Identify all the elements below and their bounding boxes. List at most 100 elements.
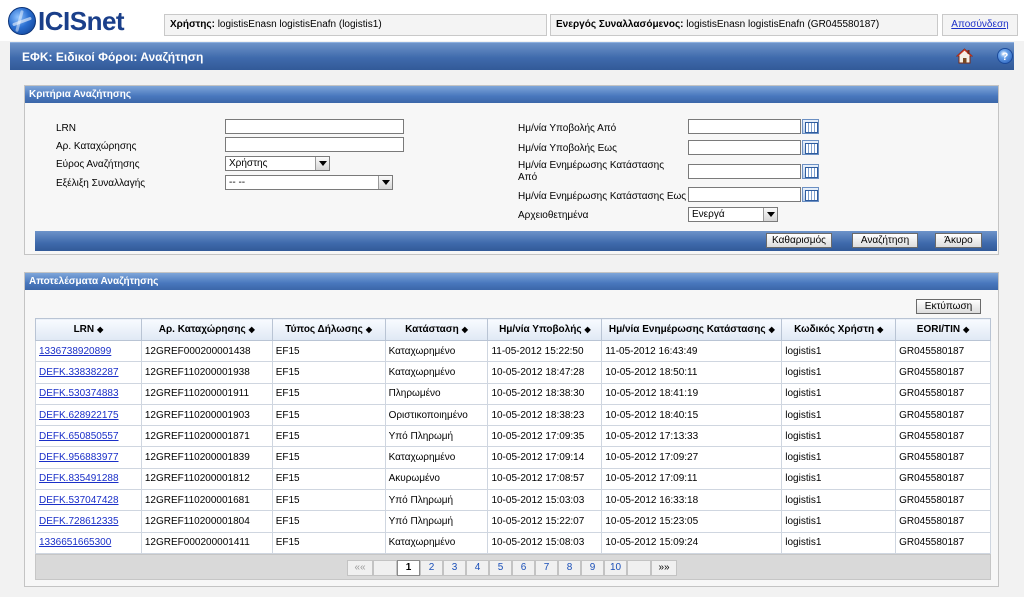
logout-link[interactable]: Αποσύνδεση <box>951 19 1008 30</box>
column-header-eori-tin[interactable]: EORI/TIN ◆ <box>895 318 991 341</box>
table-cell: Πληρωμένο <box>384 382 489 405</box>
search-results-panel: Αποτελέσματα Αναζήτησης Εκτύπωση LRN ◆ Αρ… <box>24 272 999 587</box>
lrn-link[interactable]: DEFK.728612335 <box>39 516 119 527</box>
home-icon[interactable] <box>956 48 973 64</box>
table-cell: 10-05-2012 17:09:11 <box>601 467 783 491</box>
table-cell: GR045580187 <box>895 531 991 554</box>
lrn-link[interactable]: DEFK.628922175 <box>39 410 119 421</box>
print-button[interactable]: Εκτύπωση <box>916 299 981 314</box>
column-header-user-code[interactable]: Κωδικός Χρήστη ◆ <box>781 318 897 341</box>
table-row: DEFK.835491288 12GREF110200001812 EF15 Ακυρ… <box>35 467 991 491</box>
column-header-status[interactable]: Κατάσταση ◆ <box>384 318 489 341</box>
calendar-icon[interactable] <box>802 140 819 155</box>
archived-select[interactable]: Ενεργά <box>688 207 778 222</box>
trader-info: Ενεργός Συναλλασόμενος: logistisEnasn lo… <box>550 14 938 36</box>
table-cell: GR045580187 <box>895 403 991 427</box>
lrn-link[interactable]: DEFK.650850557 <box>39 431 119 442</box>
lrn-link[interactable]: 1336738920899 <box>39 346 111 357</box>
pager-page-9[interactable]: 9 <box>581 560 604 576</box>
progress-select[interactable]: -- -- <box>225 175 393 190</box>
sort-icon: ◆ <box>461 325 468 334</box>
page-title: ΕΦΚ: Ειδικοί Φόροι: Αναζήτηση <box>22 50 204 64</box>
calendar-icon[interactable] <box>802 119 819 134</box>
lrn-link[interactable]: DEFK.338382287 <box>39 367 119 378</box>
range-label: Εύρος Αναζήτησης <box>56 159 140 170</box>
pager-prev-button[interactable] <box>373 560 397 576</box>
table-cell: EF15 <box>271 531 386 554</box>
table-cell: EF15 <box>271 382 386 405</box>
pager-next-button[interactable] <box>627 560 651 576</box>
lrn-link[interactable]: DEFK.835491288 <box>39 473 119 484</box>
status-update-from-input[interactable] <box>688 164 801 179</box>
range-select[interactable]: Χρήστης <box>225 156 330 171</box>
table-cell: 10-05-2012 15:03:03 <box>487 489 603 512</box>
submit-from-input[interactable] <box>688 119 801 134</box>
pager-page-4[interactable]: 4 <box>466 560 489 576</box>
table-cell: logistis1 <box>781 446 897 469</box>
table-cell: EF15 <box>271 467 386 491</box>
pager-page-5[interactable]: 5 <box>489 560 512 576</box>
table-row: DEFK.628922175 12GREF110200001903 EF15 Ορισ… <box>35 403 991 427</box>
pager-page-1[interactable]: 1 <box>397 560 420 576</box>
pager-page-3[interactable]: 3 <box>443 560 466 576</box>
sort-icon: ◆ <box>365 325 373 334</box>
lrn-input[interactable] <box>225 119 404 134</box>
column-header-lrn[interactable]: LRN ◆ <box>35 318 142 341</box>
lrn-link[interactable]: 1336651665300 <box>39 537 111 548</box>
status-update-from-label-2: Από <box>518 172 538 183</box>
calendar-icon[interactable] <box>802 164 819 179</box>
submit-to-input[interactable] <box>688 140 801 155</box>
submit-from-label: Ημ/νία Υποβολής Από <box>518 123 617 134</box>
reg-no-input[interactable] <box>225 137 404 152</box>
table-cell: DEFK.728612335 <box>35 510 142 533</box>
table-cell: Υπό Πληρωμή <box>384 489 489 512</box>
column-header-reg-no[interactable]: Αρ. Καταχώρησης ◆ <box>140 318 273 341</box>
sort-icon: ◆ <box>768 325 775 334</box>
table-cell: GR045580187 <box>895 467 991 491</box>
table-cell: GR045580187 <box>895 339 991 363</box>
table-cell: logistis1 <box>781 531 897 554</box>
chevron-down-icon <box>763 208 777 221</box>
trader-value: logistisEnasn logistisEnafn (GR045580187… <box>686 19 880 30</box>
table-cell: EF15 <box>271 339 386 363</box>
table-cell: 12GREF110200001681 <box>140 489 273 512</box>
table-row: DEFK.956883977 12GREF110200001839 EF15 Κατα… <box>35 446 991 469</box>
calendar-icon[interactable] <box>802 187 819 202</box>
table-cell: Καταχωρημένο <box>384 446 489 469</box>
table-cell: 10-05-2012 15:22:07 <box>487 510 603 533</box>
top-header: ICISnet Χρήστης: logistisEnasn logistisE… <box>0 0 1024 41</box>
column-header-submit-date[interactable]: Ημ/νία Υποβολής ◆ <box>487 318 603 341</box>
search-criteria-panel: Κριτήρια Αναζήτησης LRN Αρ. Καταχώρησης … <box>24 85 999 255</box>
sort-icon: ◆ <box>963 325 970 334</box>
lrn-link[interactable]: DEFK.537047428 <box>39 495 119 506</box>
pager-page-2[interactable]: 2 <box>420 560 443 576</box>
pager-page-10[interactable]: 10 <box>604 560 627 576</box>
table-cell: EF15 <box>271 425 386 448</box>
pager-last-button[interactable]: »» <box>651 560 677 576</box>
pager-page-8[interactable]: 8 <box>558 560 581 576</box>
status-update-to-input[interactable] <box>688 187 801 202</box>
archived-label: Αρχειοθετημένα <box>518 210 589 221</box>
table-cell: DEFK.537047428 <box>35 489 142 512</box>
column-header-declaration-type[interactable]: Τύπος Δήλωσης ◆ <box>271 318 386 341</box>
column-header-status-update-date[interactable]: Ημ/νία Ενημέρωσης Κατάστασης ◆ <box>601 318 783 341</box>
lrn-link[interactable]: DEFK.530374883 <box>39 388 119 399</box>
reg-no-label: Αρ. Καταχώρησης <box>56 141 137 152</box>
table-cell: Υπό Πληρωμή <box>384 425 489 448</box>
table-cell: 10-05-2012 18:50:11 <box>601 361 783 384</box>
pager-first-button[interactable]: «« <box>347 560 373 576</box>
help-icon[interactable]: ? <box>997 48 1013 64</box>
clear-button[interactable]: Καθαρισμός <box>766 233 832 248</box>
chevron-down-icon <box>315 157 329 170</box>
pager-page-7[interactable]: 7 <box>535 560 558 576</box>
range-select-value: Χρήστης <box>229 158 268 169</box>
table-cell: 12GREF110200001804 <box>140 510 273 533</box>
table-cell: 12GREF110200001911 <box>140 382 273 405</box>
results-table: LRN ◆ Αρ. Καταχώρησης ◆ Τύπος Δήλωσης ◆ Κατ… <box>35 318 991 554</box>
pager-page-6[interactable]: 6 <box>512 560 535 576</box>
table-cell: 12GREF110200001903 <box>140 403 273 427</box>
submit-to-label: Ημ/νία Υποβολής Εως <box>518 143 617 154</box>
lrn-link[interactable]: DEFK.956883977 <box>39 452 119 463</box>
search-button[interactable]: Αναζήτηση <box>852 233 918 248</box>
cancel-button[interactable]: Άκυρο <box>935 233 982 248</box>
